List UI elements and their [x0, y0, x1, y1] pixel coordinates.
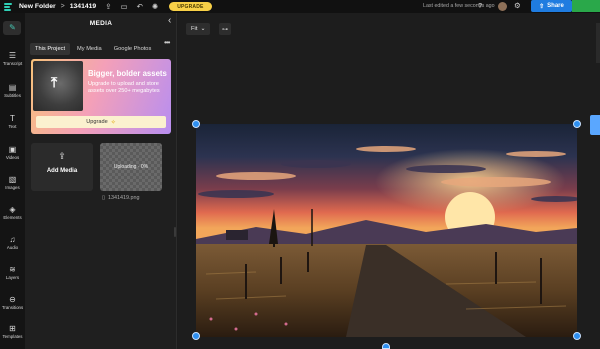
preview-icon[interactable]: ▭: [121, 3, 128, 11]
rail-item-subtitles[interactable]: ▤ Subtitles: [0, 83, 25, 98]
gear-icon[interactable]: ⚙: [514, 2, 521, 10]
breadcrumb-project[interactable]: 1341419: [70, 3, 96, 10]
text-icon: T: [10, 114, 15, 123]
music-icon: ♫: [9, 235, 16, 244]
canvas-image[interactable]: [196, 124, 577, 337]
promo-image: ⤒: [33, 61, 83, 111]
media-panel: MEDIA ‹ This Project My Media Google Pho…: [25, 13, 177, 349]
rotate-handle[interactable]: [382, 343, 390, 349]
add-media-button[interactable]: ⇪ Add Media: [31, 143, 93, 191]
share-icon: ⇧: [539, 3, 545, 10]
file-icon: ▯: [102, 195, 105, 201]
rail-item-magic[interactable]: ✎: [0, 23, 25, 32]
sparkle-icon: ✧: [110, 119, 116, 126]
last-edited-status: Last edited a few seconds ago: [423, 3, 495, 9]
rail-item-videos[interactable]: ▣ Videos: [0, 145, 25, 160]
rail-item-transcript[interactable]: ☰ Transcript: [0, 51, 25, 66]
tab-my-media[interactable]: My Media: [72, 43, 107, 55]
undo-icon[interactable]: ↶: [137, 3, 143, 11]
tab-this-project[interactable]: This Project: [30, 43, 71, 55]
upload-arrow-icon: ⤒: [51, 74, 58, 90]
shapes-icon: ◈: [9, 205, 16, 214]
rail-item-text[interactable]: T Text: [0, 114, 25, 129]
upgrade-promo-card: ⤒ Bigger, bolder assets Upgrade to uploa…: [31, 59, 171, 134]
more-icon[interactable]: •••: [164, 38, 170, 47]
rail-label: Elements: [3, 215, 22, 220]
share-button[interactable]: ⇧ Share: [531, 0, 572, 12]
tab-google-photos[interactable]: Google Photos: [109, 43, 157, 55]
rail-item-templates[interactable]: ⊞ Templates: [0, 324, 25, 339]
promo-upgrade-button[interactable]: Upgrade ✧: [36, 116, 166, 128]
media-tabs: This Project My Media Google Photos: [30, 43, 156, 55]
transition-icon: ⊖: [9, 295, 16, 304]
panel-resize-handle[interactable]: [174, 227, 176, 237]
rail-label: Images: [5, 185, 20, 190]
file-name: 1341419.png: [107, 195, 140, 201]
layers-icon: ≋: [9, 265, 16, 274]
help-icon[interactable]: ?: [478, 2, 482, 10]
uploading-thumbnail[interactable]: Uploading · 0%: [100, 143, 162, 191]
promo-upgrade-label: Upgrade: [86, 119, 108, 125]
rail-label: Transcript: [2, 61, 23, 66]
rail-label: Videos: [5, 155, 20, 160]
promo-text: Upgrade to upload and store assets over …: [88, 81, 160, 95]
export-icon[interactable]: ⇪: [105, 3, 111, 11]
rail-label: Subtitles: [4, 93, 21, 98]
app-logo[interactable]: [2, 1, 14, 12]
promo-title: Bigger, bolder assets: [88, 69, 167, 78]
file-item: ▯ 1341419.png: [102, 195, 139, 201]
upgrade-button[interactable]: UPGRADE: [169, 2, 212, 11]
rail-item-layers[interactable]: ≋ Layers: [0, 265, 25, 280]
breadcrumb-separator: >: [60, 3, 65, 10]
ideas-icon[interactable]: ✺: [152, 3, 158, 11]
upload-progress: Uploading · 0%: [113, 164, 149, 170]
rail-label: Transitions: [1, 305, 24, 310]
chevron-down-icon: ⌄: [200, 26, 206, 32]
rail-label: Audio: [6, 245, 19, 250]
lock-button[interactable]: ⊶: [219, 23, 231, 35]
breadcrumb-folder[interactable]: New Folder: [19, 3, 56, 10]
panel-title: MEDIA: [89, 20, 113, 27]
side-panel-tab[interactable]: [590, 115, 600, 135]
add-media-label: Add Media: [46, 168, 78, 174]
left-toolbar: ✎ ☰ Transcript ▤ Subtitles T Text ▣ Vide…: [0, 13, 25, 349]
resize-handle-bottom-right[interactable]: [573, 332, 581, 340]
magic-icon: ✎: [9, 23, 16, 32]
avatar[interactable]: [498, 2, 507, 11]
rail-item-images[interactable]: ▧ Images: [0, 175, 25, 190]
rail-item-transitions[interactable]: ⊖ Transitions: [0, 295, 25, 310]
resize-handle-top-right[interactable]: [573, 120, 581, 128]
upload-icon: ⇪: [58, 151, 66, 161]
resize-handle-top-left[interactable]: [192, 120, 200, 128]
resize-handle-bottom-left[interactable]: [192, 332, 200, 340]
zoom-fit-select[interactable]: Fit ⌄: [186, 23, 211, 35]
rail-label: Layers: [5, 275, 20, 280]
rail-item-elements[interactable]: ◈ Elements: [0, 205, 25, 220]
sunset-landscape-illustration: [196, 124, 577, 337]
top-bar: New Folder > 1341419 ⇪ ▭ ↶ ✺ UPGRADE: [0, 0, 600, 13]
right-panel-edge: [596, 23, 600, 63]
image-icon: ▧: [8, 175, 17, 184]
lock-icon: ⊶: [222, 26, 228, 33]
share-label: Share: [547, 3, 564, 9]
zoom-fit-label: Fit: [191, 26, 198, 32]
chevron-left-icon[interactable]: ‹: [168, 16, 171, 26]
transcript-icon: ☰: [8, 51, 17, 60]
export-button[interactable]: [572, 0, 600, 12]
rail-item-audio[interactable]: ♫ Audio: [0, 235, 25, 250]
rail-label: Text: [8, 124, 17, 129]
rail-label: Templates: [2, 334, 23, 339]
film-icon: ▣: [8, 145, 17, 154]
grid-icon: ⊞: [9, 324, 16, 333]
subtitles-icon: ▤: [8, 83, 17, 92]
